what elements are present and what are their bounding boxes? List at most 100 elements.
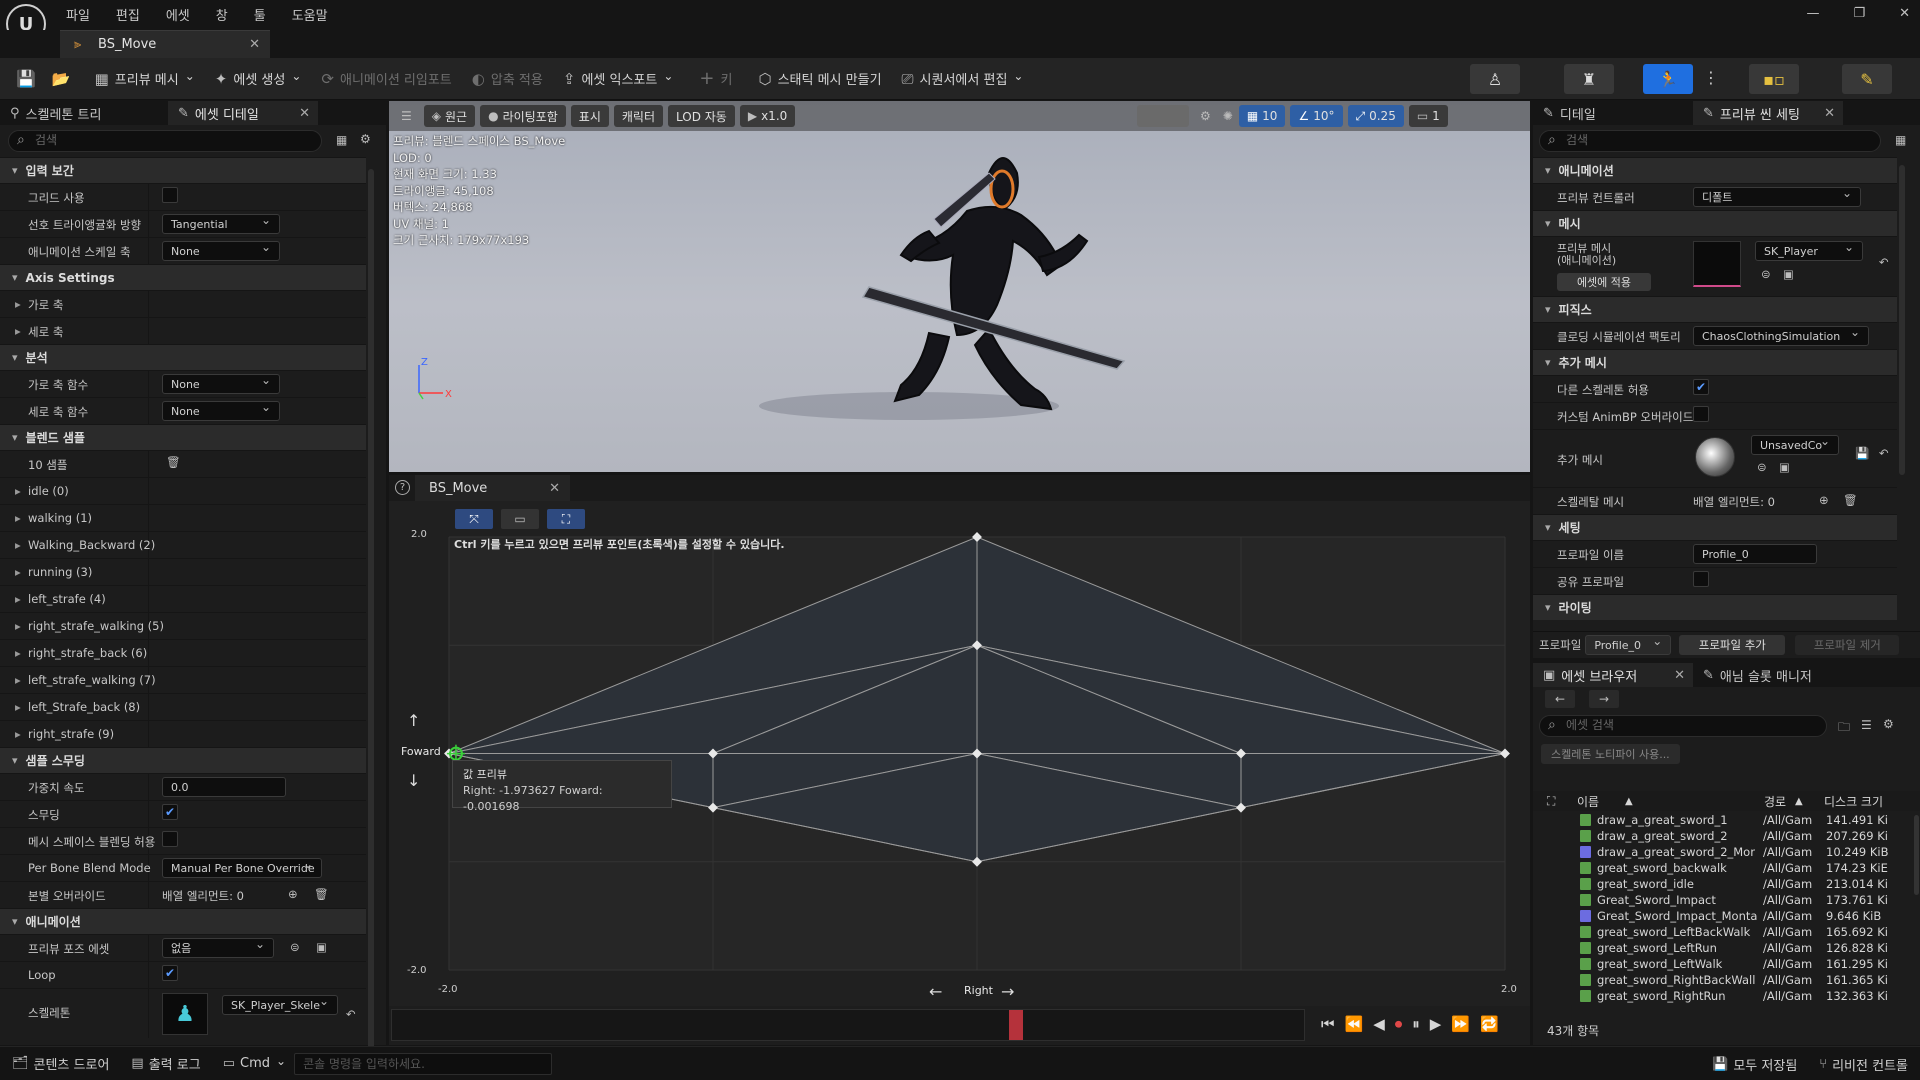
tab-anim-slot-manager[interactable]: ✎ 애님 슬롯 매니저 [1693,663,1863,687]
column-path[interactable]: 경로 [1764,793,1786,810]
close-tab-icon[interactable]: ✕ [1674,668,1685,683]
menu-asset[interactable]: 에셋 [166,5,190,24]
tab-preview-scene[interactable]: ✎ 프리뷰 씬 세팅 ✕ [1693,101,1843,125]
mesh-mode-button[interactable]: ♜ [1564,64,1614,94]
surface-snap-icon[interactable]: ✺ [1223,109,1233,123]
use-selected-icon[interactable]: ⊜ [1761,267,1771,281]
reset-arrow-icon[interactable]: ↶ [346,1007,356,1021]
grid-view-icon[interactable]: ▦ [336,133,347,147]
close-window-button[interactable]: ✕ [1899,6,1910,21]
blueprint-mode-button[interactable]: ▪▫ [1749,64,1799,94]
blendspace-editor[interactable]: ⤧ ▭ ⛶ Ctrl 키를 누르고 있으면 프리뷰 포인트(초록색)를 설정할 … [389,501,1530,1006]
skeleton-thumbnail[interactable]: ♟ [162,993,208,1035]
lighting-button[interactable]: ● 라이팅포함 [480,105,566,127]
reset-arrow-icon[interactable]: ↶ [1879,255,1889,269]
column-name[interactable]: 이름 [1577,793,1599,810]
revision-control-button[interactable]: ⑂ 리비전 컨트롤 [1819,1055,1908,1074]
sample-row[interactable]: right_strafe_back (6) [0,639,366,666]
grid-use-checkbox[interactable] [162,187,178,203]
section-animation[interactable]: 애니메이션 [1533,157,1897,183]
asset-row[interactable]: Great_Sword_Impact/All/Gam 173.761 Ki [1533,892,1911,908]
transform-tools[interactable] [1137,105,1189,127]
asset-row[interactable]: great_sword_LeftBackWalk/All/Gam 165.692 … [1533,924,1911,940]
asset-row[interactable]: great_sword_idle/All/Gam 213.014 Ki [1533,876,1911,892]
sample-row[interactable]: right_strafe_walking (5) [0,612,366,639]
delete-trash-icon[interactable]: 🗑 [166,455,181,469]
menu-edit[interactable]: 편집 [116,5,140,24]
viewport-menu-icon[interactable]: ☰ [401,109,412,123]
tab-details[interactable]: ✎ 디테일 [1533,101,1693,125]
browse-asset-icon[interactable]: ▣ [316,940,327,954]
tab-asset-browser[interactable]: ▣ 에셋 브라우저 ✕ [1533,663,1693,687]
remove-profile-button[interactable]: 프로파일 제거 [1795,635,1900,655]
reimport-animation-button[interactable]: ⟳ 애니메이션 리임포트 [313,64,459,94]
asset-row[interactable]: draw_a_great_sword_1/All/Gam 141.491 Ki [1533,812,1911,828]
sample-row[interactable]: right_strafe (9) [0,720,366,747]
output-log-button[interactable]: ▤ 출력 로그 [131,1054,200,1073]
section-additional-mesh[interactable]: 추가 메시 [1533,349,1897,375]
asset-row[interactable]: draw_a_great_sword_2_Mor/All/Gam 10.249 K… [1533,844,1911,860]
sample-row[interactable]: idle (0) [0,477,366,504]
sample-row[interactable]: left_Strafe_back (8) [0,693,366,720]
settings-gear-icon[interactable]: ⚙ [1883,717,1894,731]
filter-icon[interactable]: ☰ [1861,718,1872,732]
preview-pose-dropdown[interactable]: 없음 [162,937,274,958]
save-icon[interactable]: 💾 [16,69,36,88]
section-lighting[interactable]: 라이팅 [1533,594,1897,620]
pause-icon[interactable]: ⏸ [1412,1015,1420,1033]
rotation-snap-button[interactable]: ∠ 10° [1290,105,1343,127]
add-profile-button[interactable]: 프로파일 추가 [1679,635,1786,655]
sample-row[interactable]: Walking_Backward (2) [0,531,366,558]
menu-help[interactable]: 도움말 [292,5,328,24]
close-tab-icon[interactable]: ✕ [549,481,560,496]
additional-mesh-dropdown[interactable]: UnsavedCo [1751,434,1839,455]
skeleton-notify-filter-chip[interactable]: 스켈레톤 노티파이 사용... [1541,744,1680,764]
asset-row[interactable]: great_sword_RightBackWall/All/Gam 161.365… [1533,972,1911,988]
per-bone-dropdown[interactable]: Manual Per Bone Override [162,857,322,878]
more-options-icon[interactable]: ⋮ [1703,68,1719,87]
grid-view-icon[interactable]: ▦ [1895,133,1906,147]
browse-asset-icon[interactable]: ▣ [1783,267,1794,281]
settings-gear-icon[interactable]: ⚙ [360,132,371,146]
close-tab-icon[interactable]: ✕ [1824,106,1835,121]
world-icon[interactable]: ⚙ [1200,109,1211,123]
scale-snap-button[interactable]: ⤢ 0.25 [1347,105,1404,127]
show-button[interactable]: 표시 [570,105,609,127]
blendspace-tab[interactable]: BS_Move ✕ [415,475,570,501]
browse-icon[interactable]: 📂 [52,70,71,88]
preview-mesh-thumbnail[interactable] [1693,241,1741,287]
section-input-interpolation[interactable]: 입력 보간 [0,157,366,183]
v-func-dropdown[interactable]: None [162,400,280,421]
cmd-dropdown[interactable]: ▭ Cmd [223,1056,286,1071]
tab-asset-details[interactable]: ✎ 에셋 디테일 ✕ [168,101,318,125]
profile-name-input[interactable]: Profile_0 [1693,544,1817,564]
play-reverse-icon[interactable]: ◀ [1373,1015,1385,1033]
add-element-icon[interactable]: ⊕ [288,887,298,901]
playhead[interactable] [1008,1010,1023,1040]
section-mesh[interactable]: 메시 [1533,210,1897,236]
section-analysis[interactable]: 분석 [0,344,366,370]
asset-row[interactable]: great_sword_LeftWalk/All/Gam 161.295 Ki [1533,956,1911,972]
mesh-space-checkbox[interactable] [162,831,178,847]
triangulation-dropdown[interactable]: Tangential [162,213,280,234]
profile-dropdown[interactable]: Profile_0 [1585,634,1672,655]
record-icon[interactable]: ⏺ [1395,1015,1403,1033]
console-input[interactable]: 콘솔 명령을 입력하세요. [294,1052,553,1075]
asset-row[interactable]: great_sword_RightRun/All/Gam 132.363 Ki [1533,988,1911,1004]
sample-row[interactable]: left_strafe_walking (7) [0,666,366,693]
skeleton-mode-button[interactable]: ♙ [1470,64,1520,94]
apply-to-asset-button[interactable]: 에셋에 적용 [1557,273,1651,291]
h-func-dropdown[interactable]: None [162,373,280,394]
asset-row[interactable]: great_sword_LeftRun/All/Gam 126.828 Ki [1533,940,1911,956]
allow-other-skeleton-checkbox[interactable]: ✔ [1693,379,1709,395]
lod-auto-button[interactable]: LOD 자동 [668,105,735,127]
preview-controller-dropdown[interactable]: 디폴트 [1693,186,1861,207]
details-scrollbar[interactable] [368,169,374,1049]
skip-forward-icon[interactable]: ⏩ [1451,1015,1470,1033]
sample-row[interactable]: running (3) [0,558,366,585]
sample-row[interactable]: walking (1) [0,504,366,531]
folder-icon[interactable]: 🗀 [1838,718,1850,739]
smoothing-checkbox[interactable]: ✔ [162,804,178,820]
weight-speed-input[interactable]: 0.0 [162,777,286,797]
key-button[interactable]: + 키 [691,64,740,94]
